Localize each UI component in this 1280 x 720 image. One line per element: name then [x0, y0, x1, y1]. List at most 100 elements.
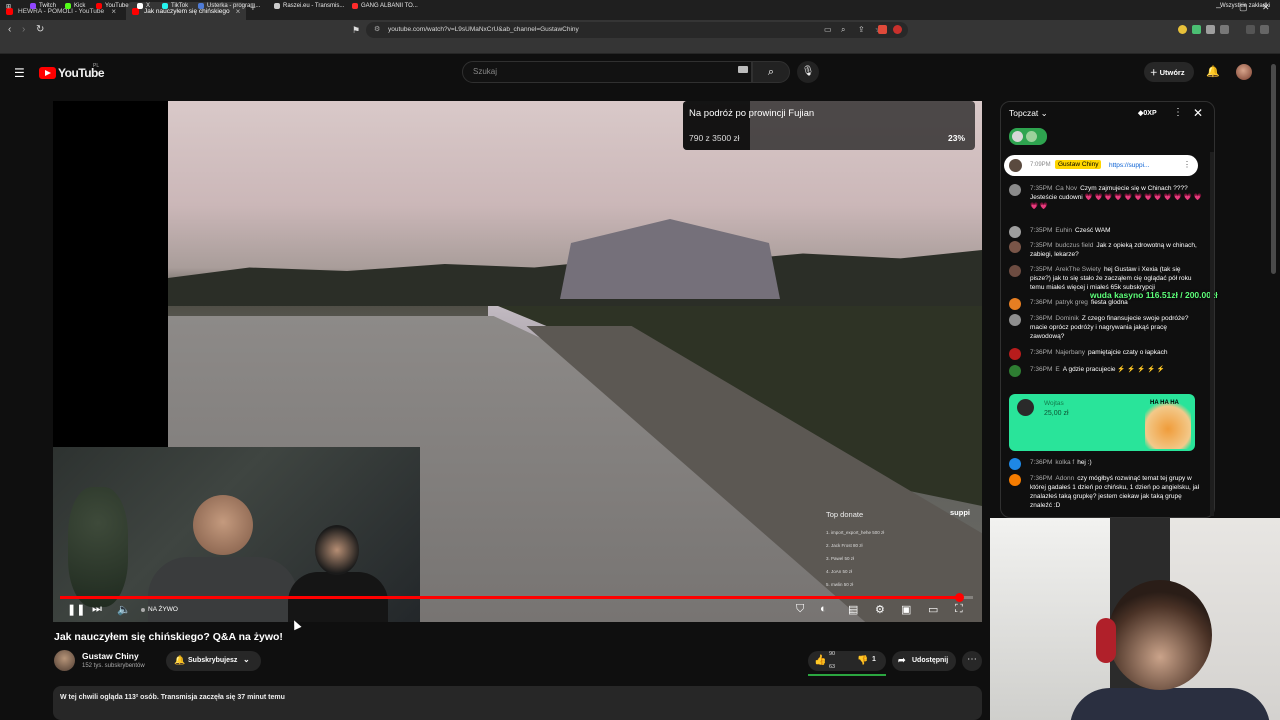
- person-body: [1070, 688, 1270, 720]
- bookmark-youtube[interactable]: YouTube: [96, 3, 129, 9]
- pinned-link[interactable]: https://suppi...: [1109, 162, 1149, 169]
- tiktok-icon: [162, 3, 168, 9]
- bookmark-twitch[interactable]: Twitch: [30, 3, 56, 9]
- progress-fill: [60, 596, 960, 599]
- chat-author: kolka f: [1055, 459, 1075, 466]
- bookmark-label: Raszei.eu - Transmis...: [283, 3, 345, 9]
- share-label: Udostępnij: [912, 657, 949, 664]
- volume-icon[interactable]: 🔈: [117, 603, 131, 616]
- youtube-logo[interactable]: YouTube PL: [39, 63, 105, 80]
- shield-icon[interactable]: ⛉: [796, 603, 804, 616]
- pinned-more-icon[interactable]: ⋮: [1183, 160, 1191, 169]
- more-actions-button[interactable]: ⋯: [962, 651, 982, 671]
- theater-mode-icon[interactable]: ▭: [928, 603, 938, 616]
- sticker-text: HA HA HA: [1150, 400, 1179, 406]
- search-button[interactable]: ⌕: [752, 61, 790, 83]
- voice-search-button[interactable]: 🎙: [797, 61, 819, 83]
- bookmark-label: YouTube: [105, 3, 129, 9]
- media-icon[interactable]: [1246, 25, 1255, 34]
- video-title: Jak nauczyłem się chińskiego? Q&A na żyw…: [54, 631, 283, 643]
- chat-avatar: [1009, 184, 1021, 196]
- goal-amount: 790 z 3500 zł: [689, 133, 740, 143]
- fullscreen-icon[interactable]: ⛶: [955, 603, 963, 616]
- chat-author: budczus field: [1055, 242, 1094, 249]
- bell-icon: 🔔: [174, 655, 186, 665]
- chat-scrollbar[interactable]: [1210, 152, 1214, 516]
- share-page-icon[interactable]: ⇪: [858, 25, 865, 34]
- chat-time: 7:36PM: [1030, 299, 1053, 306]
- bookmark-x[interactable]: X: [137, 3, 150, 9]
- chat-author: Euhin: [1055, 227, 1073, 234]
- extension-icon[interactable]: [1178, 25, 1187, 34]
- thumbs-up-icon[interactable]: 👍: [814, 655, 826, 666]
- next-icon[interactable]: ⏭: [92, 603, 102, 616]
- search-input[interactable]: Szukaj: [462, 61, 752, 83]
- xp-badge[interactable]: ◆0XP: [1138, 109, 1157, 117]
- twitch-icon: [30, 3, 36, 9]
- bookmark-icon[interactable]: ⚑: [352, 24, 360, 36]
- youtube-icon: [352, 3, 358, 9]
- cast-icon[interactable]: ▭: [824, 25, 832, 34]
- create-button[interactable]: ＋ Utwórz: [1144, 62, 1194, 82]
- close-chat-icon[interactable]: ✕: [1193, 106, 1203, 120]
- extensions-puzzle-icon[interactable]: [1206, 25, 1215, 34]
- profile-icon[interactable]: [1260, 25, 1269, 34]
- chat-time: 7:35PM: [1030, 227, 1053, 234]
- share-icon: ➦: [898, 655, 906, 665]
- site-icon: [198, 3, 204, 9]
- notifications-bell-icon[interactable]: 🔔: [1206, 65, 1220, 78]
- pause-icon[interactable]: ❚❚: [67, 603, 85, 616]
- channel-name[interactable]: Gustaw Chiny: [82, 651, 139, 661]
- miniplayer-icon[interactable]: ▣: [901, 603, 911, 616]
- hamburger-menu-icon[interactable]: ☰: [14, 66, 25, 80]
- zoom-icon[interactable]: ⌕: [841, 25, 845, 35]
- bookmark-gang[interactable]: GANG ALBANII TO...: [352, 3, 418, 9]
- apps-icon[interactable]: ⊞: [6, 3, 11, 10]
- thumbs-down-icon[interactable]: 👎: [857, 655, 868, 666]
- chat-text: A gdzie pracujecie ⚡ ⚡ ⚡ ⚡ ⚡: [1062, 366, 1166, 373]
- bookmark-kick[interactable]: Kick: [65, 3, 85, 9]
- bookmark-usterka[interactable]: Usterka - program...: [198, 3, 260, 9]
- bookmark-label: X: [146, 3, 151, 9]
- back-icon[interactable]: ‹: [8, 24, 11, 36]
- subscribe-button[interactable]: 🔔 Subskrybujesz ⌄: [166, 651, 261, 671]
- chat-avatar: [1009, 458, 1021, 470]
- keyboard-icon[interactable]: [738, 66, 748, 73]
- subtitles-icon[interactable]: ▤: [848, 603, 858, 616]
- chat-mode-dropdown[interactable]: Topczat ⌄: [1009, 108, 1048, 119]
- extension-icon[interactable]: [1192, 25, 1201, 34]
- all-bookmarks-folder[interactable]: Wszystkie zakładki: [1220, 3, 1270, 9]
- autoplay-toggle-icon[interactable]: ◐: [820, 603, 827, 615]
- sidebar-icon[interactable]: [1220, 25, 1229, 34]
- forward-icon[interactable]: ›: [22, 24, 25, 36]
- chat-author: Najerbany: [1055, 349, 1086, 356]
- chat-time: 7:35PM: [1030, 242, 1053, 249]
- bookmark-tiktok[interactable]: TikTok: [162, 3, 188, 9]
- settings-gear-icon[interactable]: ⚙: [875, 603, 885, 616]
- description-box[interactable]: W tej chwili ogląda 113² osób. Transmisj…: [53, 686, 982, 720]
- like-ratio-bar: [808, 674, 886, 676]
- bookmark-raszei[interactable]: Raszei.eu - Transmis...: [274, 3, 344, 9]
- chat-text: pamiętajcie czaty o łapkach: [1088, 349, 1168, 356]
- page-scrollbar[interactable]: [1271, 64, 1276, 274]
- url-text: youtube.com/watch?v=L9sUMaNxCrU&ab_chann…: [388, 26, 579, 33]
- chat-avatar: [1009, 265, 1021, 277]
- chat-author: E: [1055, 366, 1060, 373]
- extension-alert-icon[interactable]: [893, 25, 902, 34]
- bookmark-label: Kick: [74, 3, 86, 9]
- donation-amount: 25,00 zł: [1044, 410, 1069, 417]
- chat-message[interactable]: 7:36PM Adonn czy mógłbyś rozwinąć temat te…: [1009, 474, 1199, 516]
- site-info-icon[interactable]: ⚙: [374, 25, 380, 33]
- chat-avatar: [1009, 314, 1021, 326]
- search-placeholder: Szukaj: [473, 67, 498, 76]
- extension-icon[interactable]: [878, 25, 887, 34]
- top-donate-row: 2. Jack Frost 80 zł: [826, 543, 863, 548]
- reload-icon[interactable]: ↻: [36, 24, 44, 36]
- account-avatar[interactable]: [1236, 64, 1252, 80]
- chat-more-icon[interactable]: ⋮: [1173, 107, 1183, 118]
- chat-reactions[interactable]: [1009, 128, 1047, 145]
- live-indicator[interactable]: NA ŻYWO: [141, 606, 178, 613]
- share-button[interactable]: ➦ Udostępnij: [892, 651, 956, 671]
- chat-author: ArekThe Swiety: [1055, 266, 1101, 273]
- channel-avatar[interactable]: [54, 650, 75, 671]
